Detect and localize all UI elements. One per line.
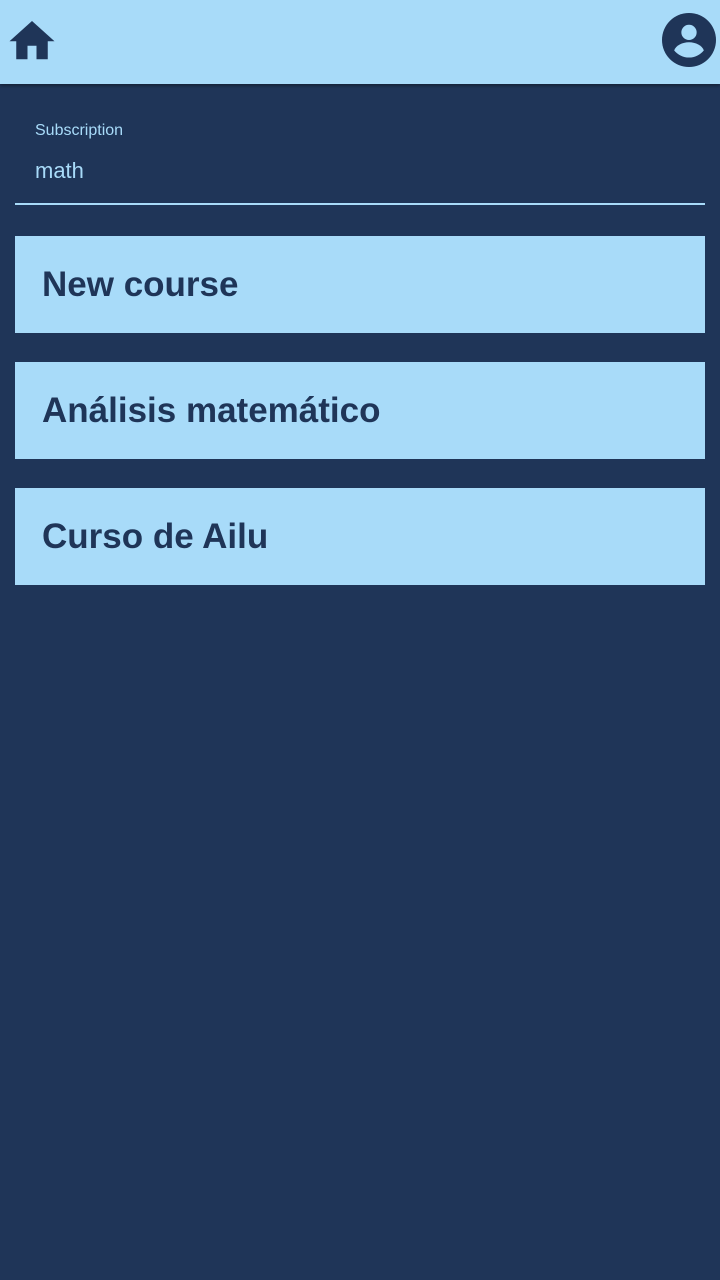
course-card-curso-de-ailu[interactable]: Curso de Ailu (15, 488, 705, 585)
subscription-field-label: Subscription (35, 122, 124, 139)
top-app-bar (0, 0, 720, 84)
course-title: Curso de Ailu (42, 516, 269, 556)
home-icon (9, 21, 55, 60)
course-card-new-course[interactable]: New course (15, 236, 705, 333)
profile-button[interactable] (660, 12, 718, 68)
field-underline (15, 203, 705, 205)
subscription-search-field[interactable]: Subscription (15, 112, 705, 205)
account-circle-icon (662, 13, 716, 67)
home-button[interactable] (4, 12, 60, 66)
subscription-input[interactable] (35, 156, 685, 186)
course-title: New course (42, 264, 239, 304)
course-card-analisis-matematico[interactable]: Análisis matemático (15, 362, 705, 459)
course-title: Análisis matemático (42, 390, 381, 430)
